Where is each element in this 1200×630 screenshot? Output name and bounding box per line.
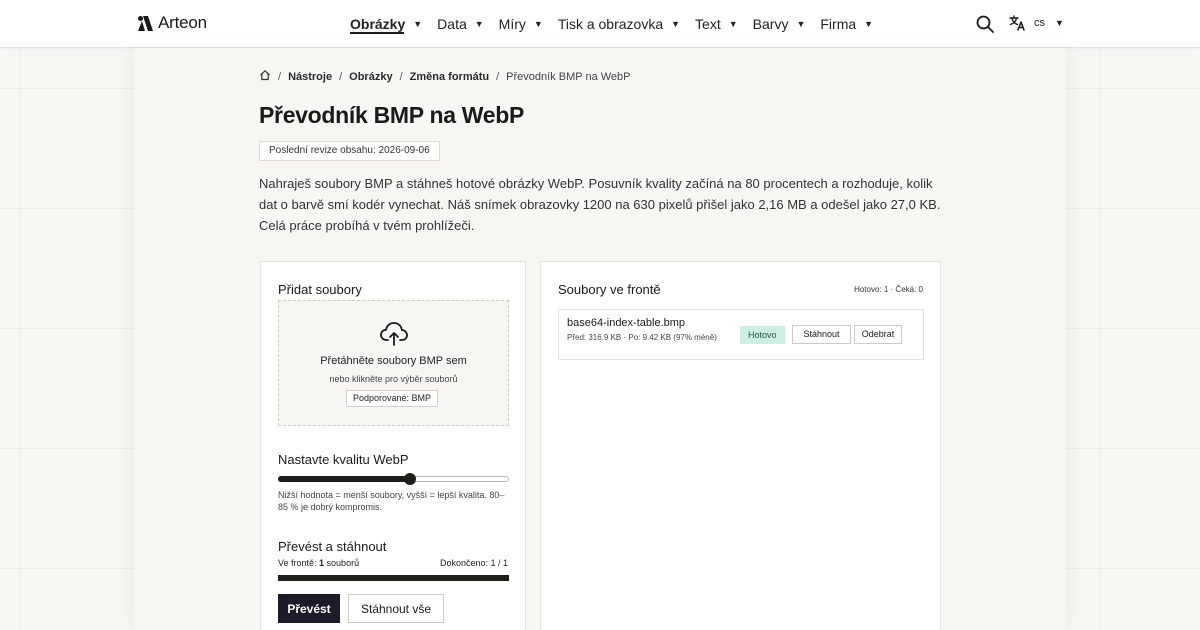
nav-label: Tisk a obrazovka bbox=[557, 16, 664, 32]
nav-label: Data bbox=[437, 16, 467, 32]
language-code: cs bbox=[1034, 17, 1045, 29]
main-nav: Obrázky ▼ Data ▼ Míry ▼ Tisk a obrazovka… bbox=[350, 0, 888, 48]
convert-title: Převést a stáhnout bbox=[278, 539, 387, 554]
logo-text: Arteon bbox=[158, 13, 207, 32]
breadcrumb-item-nastroje[interactable]: Nástroje bbox=[288, 71, 332, 83]
nav-label: Text bbox=[695, 16, 721, 32]
queue-card: Soubory ve frontě Hotovo: 1 · Čeká: 0 ba… bbox=[540, 261, 941, 630]
breadcrumb: / Nástroje / Obrázky / Změna formátu / P… bbox=[259, 69, 631, 84]
file-meta: Před: 316.9 KB · Po: 9.42 KB (97% méně) bbox=[567, 333, 717, 342]
nav-item-barvy[interactable]: Barvy ▼ bbox=[753, 0, 806, 48]
breadcrumb-current: Převodník BMP na WebP bbox=[506, 70, 631, 83]
nav-item-data[interactable]: Data ▼ bbox=[437, 0, 484, 48]
nav-label: Obrázky bbox=[350, 16, 406, 32]
file-name: base64-index-table.bmp bbox=[567, 317, 686, 329]
language-switcher[interactable]: cs ▼ bbox=[1009, 15, 1064, 31]
nav-label: Barvy bbox=[752, 16, 789, 32]
revision-badge: Poslední revize obsahu: 2026-09-06 bbox=[259, 141, 440, 161]
logo-icon bbox=[138, 15, 153, 31]
download-all-button[interactable]: Stáhnout vše bbox=[348, 594, 444, 623]
queue-count-prefix: Ve frontě: bbox=[278, 558, 320, 568]
breadcrumb-item-obrazky[interactable]: Obrázky bbox=[349, 71, 392, 83]
cloud-upload-icon bbox=[380, 322, 408, 346]
download-button[interactable]: Stáhnout bbox=[792, 325, 851, 344]
chevron-down-icon: ▼ bbox=[474, 19, 484, 29]
quality-hint: Nižší hodnota = menší soubory, vyšší = l… bbox=[278, 490, 505, 512]
dropzone[interactable]: Přetáhněte soubory BMP sem nebo klikněte… bbox=[278, 300, 509, 426]
nav-item-tisk-a-obrazovka[interactable]: Tisk a obrazovka ▼ bbox=[558, 0, 680, 48]
remove-button[interactable]: Odebrat bbox=[854, 325, 902, 344]
chevron-down-icon: ▼ bbox=[1055, 18, 1064, 28]
page-title: Převodník BMP na WebP bbox=[259, 102, 525, 128]
home-icon[interactable] bbox=[259, 69, 271, 84]
breadcrumb-separator: / bbox=[339, 70, 343, 83]
progress-fill bbox=[278, 575, 509, 581]
queue-stats: Hotovo: 1 · Čeká: 0 bbox=[854, 285, 923, 294]
quality-slider[interactable] bbox=[278, 473, 509, 485]
breadcrumb-separator: / bbox=[399, 70, 403, 83]
dropzone-title: Přetáhněte soubory BMP sem bbox=[320, 355, 467, 367]
top-bar: Arteon Obrázky ▼ Data ▼ Míry ▼ Tisk a ob… bbox=[0, 0, 1200, 48]
list-item: base64-index-table.bmp Před: 316.9 KB · … bbox=[558, 309, 924, 360]
nav-label: Míry bbox=[498, 16, 526, 32]
chevron-down-icon: ▼ bbox=[413, 19, 423, 29]
convert-button[interactable]: Převést bbox=[278, 594, 340, 623]
intro-text: Nahraješ soubory BMP a stáhneš hotové ob… bbox=[259, 176, 941, 233]
chevron-down-icon: ▼ bbox=[796, 19, 806, 29]
chevron-down-icon: ▼ bbox=[728, 19, 738, 29]
chevron-down-icon: ▼ bbox=[864, 19, 874, 29]
nav-label: Firma bbox=[820, 16, 857, 32]
progress-bar bbox=[278, 575, 509, 581]
done-count: Dokončeno: 1 / 1 bbox=[439, 558, 508, 568]
nav-item-miry[interactable]: Míry ▼ bbox=[499, 0, 543, 48]
nav-item-obrazky[interactable]: Obrázky ▼ bbox=[350, 0, 422, 48]
translate-icon bbox=[1009, 15, 1025, 31]
quality-title: Nastavte kvalitu WebP bbox=[278, 452, 409, 467]
slider-fill bbox=[278, 476, 410, 482]
queue-count: Ve frontě: 1 souborů bbox=[278, 558, 359, 568]
logo[interactable]: Arteon bbox=[137, 13, 207, 33]
breadcrumb-separator: / bbox=[278, 70, 282, 83]
chevron-down-icon: ▼ bbox=[533, 19, 543, 29]
breadcrumb-separator: / bbox=[496, 70, 500, 83]
search-icon[interactable] bbox=[976, 15, 994, 38]
queue-title: Soubory ve frontě bbox=[558, 282, 661, 297]
breadcrumb-item-zmena-formatu[interactable]: Změna formátu bbox=[410, 71, 489, 83]
upload-title: Přidat soubory bbox=[278, 282, 362, 297]
queue-count-suffix: souborů bbox=[324, 558, 360, 568]
nav-item-firma[interactable]: Firma ▼ bbox=[820, 0, 873, 48]
dropzone-subtitle: nebo klikněte pro výběr souborů bbox=[329, 374, 458, 384]
chevron-down-icon: ▼ bbox=[671, 19, 681, 29]
nav-item-text[interactable]: Text ▼ bbox=[695, 0, 738, 48]
supported-formats-badge: Podporované: BMP bbox=[346, 390, 439, 407]
upload-card: Přidat soubory Přetáhněte soubory BMP se… bbox=[260, 261, 526, 630]
status-badge: Hotovo bbox=[740, 326, 785, 344]
slider-thumb[interactable] bbox=[403, 473, 416, 485]
